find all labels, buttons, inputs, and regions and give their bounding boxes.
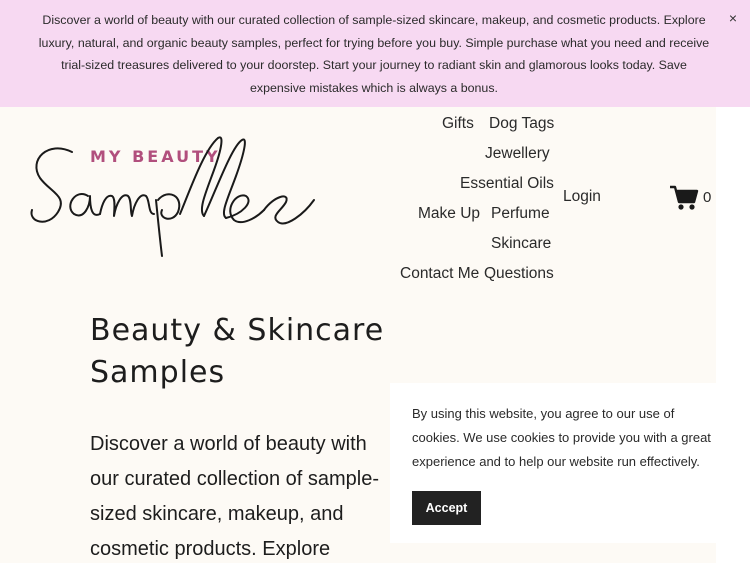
cart-count: 0 (703, 189, 712, 206)
cookie-banner: By using this website, you agree to our … (390, 383, 730, 543)
site-logo[interactable]: MY BEAUTY (28, 130, 320, 260)
cookie-text: By using this website, you agree to our … (412, 406, 711, 469)
logo-script-samples (30, 136, 315, 257)
announcement-text: Discover a world of beauty with our cura… (38, 13, 710, 95)
accept-button[interactable]: Accept (412, 491, 481, 525)
shopping-cart-icon (670, 185, 699, 210)
announcement-bar: Discover a world of beauty with our cura… (0, 0, 750, 107)
nav-questions[interactable]: Questions (484, 265, 554, 283)
close-icon[interactable]: × (729, 9, 737, 27)
hero-text: Discover a world of beauty with our cura… (90, 433, 380, 560)
nav-dog-tags[interactable]: Dog Tags (489, 115, 554, 133)
login-link[interactable]: Login (563, 188, 601, 206)
nav-make-up[interactable]: Make Up (418, 205, 480, 223)
nav-gifts[interactable]: Gifts (442, 115, 474, 133)
nav-perfume[interactable]: Perfume (491, 205, 550, 223)
nav-skincare[interactable]: Skincare (491, 235, 551, 253)
cart-button[interactable]: 0 (669, 185, 715, 211)
nav-essential-oils[interactable]: Essential Oils (460, 175, 554, 193)
page-title: Beauty & Skincare Samples (90, 313, 385, 390)
nav-contact-me[interactable]: Contact Me (400, 265, 479, 283)
nav-jewellery[interactable]: Jewellery (485, 145, 550, 163)
